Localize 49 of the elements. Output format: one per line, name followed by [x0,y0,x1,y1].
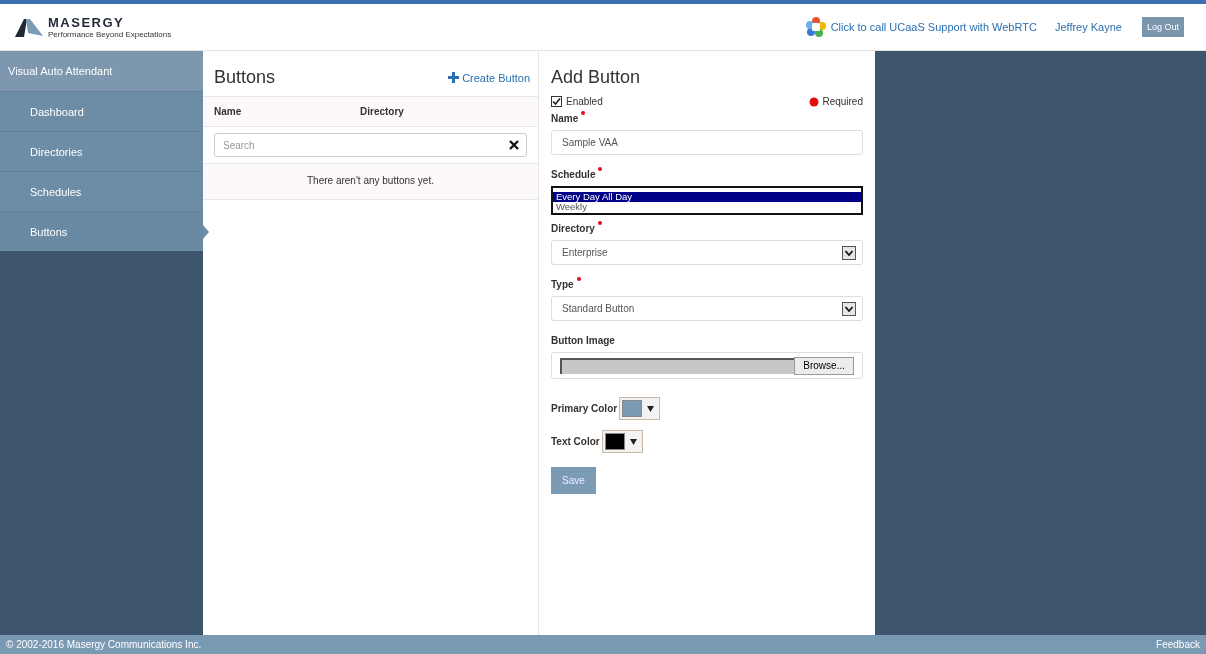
required-legend: Required [822,96,863,107]
field-label: Directory [551,223,595,234]
sidebar-item[interactable]: Directories [0,131,203,171]
checkbox-label: Enabled [566,96,603,107]
dropdown-field[interactable]: Standard Button [551,296,863,321]
color-picker[interactable] [619,397,661,420]
log-out-button[interactable]: Log Out [1141,17,1184,37]
field-label: Button Image [551,335,615,346]
field-label: Schedule [551,169,596,180]
required-dot-icon [581,111,586,115]
enabled-checkbox[interactable] [551,96,562,107]
clear-icon [509,140,519,150]
search-field[interactable]: Search [214,133,527,157]
field-label: Type [551,279,574,290]
field-label: Text Color [551,436,600,447]
caret-icon [629,438,637,445]
form-title: Add Button [551,67,642,88]
required-dot-icon [576,277,581,281]
required-dot-icon [597,221,602,225]
logo-tagline: Performance Beyond Expectations [48,30,172,39]
caret-icon [647,405,655,412]
empty-message: There aren't any buttons yet. [203,164,538,200]
listbox-option[interactable]: Every Day All Day [553,192,861,202]
required-dot-icon [598,167,603,171]
field-label: Name [551,113,579,124]
plus-icon [448,72,460,83]
copyright-text: © 2002-2016 Masergy Communications Inc. [6,639,202,650]
column-header: Name [214,106,243,117]
webrtc-icon [804,16,827,38]
sidebar-item[interactable]: Dashboard [0,91,203,131]
file-path-field[interactable] [560,357,795,374]
column-header: Directory [360,106,404,117]
pointer-icon [203,225,209,239]
sidebar-item[interactable]: Schedules [0,171,203,211]
browse-button[interactable]: Browse... [794,356,854,375]
field-label: Primary Color [551,403,618,414]
text-input[interactable]: Sample VAA [551,130,863,155]
listbox[interactable]: Every Day All Day Weekly [551,186,863,215]
dropdown-field[interactable]: Enterprise [551,240,863,265]
color-picker[interactable] [601,430,643,453]
webrtc-call-link[interactable]: Click to call UCaaS Support with WebRTC [830,21,1037,33]
feedback-link[interactable]: Feedback [1156,639,1200,650]
user-name-link[interactable]: Jeffrey Kayne [1054,21,1122,33]
sidebar-title[interactable]: Visual Auto Attendant [0,51,203,91]
create-button-link[interactable]: Create Button [448,71,530,84]
logo-wordmark: MASERGY [48,15,126,30]
panel-title: Buttons [214,67,276,88]
logo-icon [14,17,44,37]
listbox-option[interactable]: Weekly [553,202,861,212]
